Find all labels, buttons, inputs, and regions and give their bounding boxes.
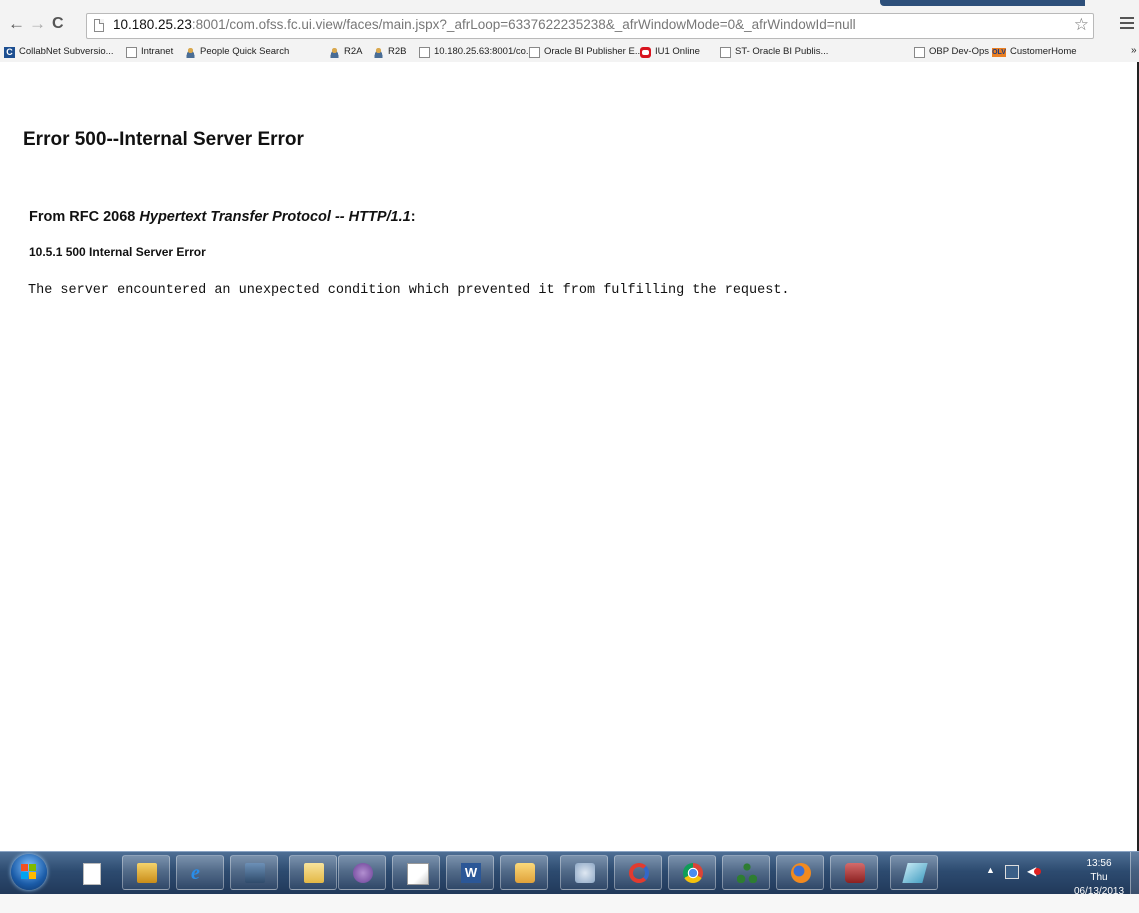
active-tab-edge[interactable] (880, 0, 1085, 6)
page-icon (720, 46, 731, 58)
olv-icon: OLV (992, 47, 1006, 57)
address-bar[interactable]: 10.180.25.23:8001/com.ofss.fc.ui.view/fa… (86, 13, 1094, 39)
page-icon (914, 46, 925, 58)
blank-document-icon[interactable] (68, 855, 116, 890)
taskbar-bar: e W ▲ ◀ 13:56 Thu 06/13/2013 (0, 851, 1139, 897)
network-tool-icon[interactable] (560, 855, 608, 890)
show-desktop-button[interactable] (1130, 852, 1139, 894)
bookmark-oracle-bi-publisher[interactable]: Oracle BI Publisher E... (529, 45, 643, 59)
person-icon (329, 46, 340, 58)
outlook-icon[interactable] (500, 855, 548, 890)
bookmark-intranet[interactable]: Intranet (126, 45, 173, 59)
bookmarks-bar: C CollabNet Subversio... Intranet People … (0, 43, 1139, 61)
page-icon (94, 19, 104, 32)
page-icon (419, 46, 430, 58)
page-content: Error 500--Internal Server Error From RF… (0, 62, 1139, 851)
windows-start-icon[interactable] (11, 854, 47, 890)
reload-button[interactable]: C (52, 14, 64, 34)
collabnet-icon: C (4, 46, 15, 58)
remote-desktop-icon[interactable] (122, 855, 170, 890)
org-chart-icon[interactable] (722, 855, 770, 890)
clock-date: Thu 06/13/2013 (1073, 872, 1125, 897)
bookmark-people-quick-search[interactable]: People Quick Search (185, 45, 289, 59)
person-icon (185, 46, 196, 58)
clock-time: 13:56 (1086, 858, 1112, 869)
security-icon[interactable] (230, 855, 278, 890)
rfc-heading: From RFC 2068 Hypertext Transfer Protoco… (29, 209, 416, 225)
chrome-icon[interactable] (668, 855, 716, 890)
bookmark-r2b[interactable]: R2B (373, 45, 406, 59)
bookmark-st-oracle-bi[interactable]: ST- Oracle BI Publis... (720, 45, 828, 59)
bookmark-10-180-25-63[interactable]: 10.180.25.63:8001/co... (419, 45, 534, 59)
system-tray: ▲ ◀ 13:56 Thu 06/13/2013 (975, 852, 1139, 897)
bookmark-star-icon[interactable]: ☆ (1074, 15, 1089, 35)
navigation-row: ← → C 10.180.25.23:8001/com.ofss.fc.ui.v… (0, 10, 1139, 40)
url-path: :8001/com.ofss.fc.ui.view/faces/main.jsp… (191, 17, 856, 32)
back-button[interactable]: ← (8, 14, 25, 34)
bookmark-r2a[interactable]: R2A (329, 45, 362, 59)
rfc-suffix: : (410, 209, 416, 225)
notepad-icon[interactable] (392, 855, 440, 890)
page-icon (529, 46, 540, 58)
windows-taskbar: e W ▲ ◀ 13:56 Thu 06/13/2013 (0, 851, 1139, 913)
bookmark-iu1-online[interactable]: IU1 Online (640, 45, 700, 59)
windows-flag-icon (21, 864, 37, 880)
refresh-app-icon[interactable] (614, 855, 662, 890)
network-icon[interactable] (1005, 865, 1019, 879)
oracle-icon (640, 46, 651, 58)
rfc-protocol: Hypertext Transfer Protocol -- HTTP/1.1 (139, 209, 411, 225)
chrome-menu-icon[interactable] (1120, 14, 1134, 32)
url-host: 10.180.25.23 (113, 17, 192, 32)
browser-chrome: ← → C 10.180.25.23:8001/com.ofss.fc.ui.v… (0, 0, 1139, 63)
file-explorer-icon[interactable] (289, 855, 337, 890)
page-icon (126, 46, 137, 58)
show-hidden-icons-button[interactable]: ▲ (986, 865, 995, 875)
internet-explorer-icon[interactable]: e (176, 855, 224, 890)
person-icon (373, 46, 384, 58)
bookmark-collabnet[interactable]: C CollabNet Subversio... (4, 45, 114, 59)
error-message: The server encountered an unexpected con… (28, 283, 790, 298)
bookmark-customerhome[interactable]: OLV CustomerHome (992, 45, 1077, 59)
word-icon[interactable]: W (446, 855, 494, 890)
page-title: Error 500--Internal Server Error (23, 129, 304, 150)
more-bookmarks-button[interactable]: » (1131, 45, 1137, 56)
editor-icon[interactable] (890, 855, 938, 890)
section-heading: 10.5.1 500 Internal Server Error (29, 245, 206, 259)
forward-button[interactable]: → (29, 14, 46, 34)
database-icon[interactable] (830, 855, 878, 890)
bookmark-obp-dev-ops[interactable]: OBP Dev-Ops (914, 45, 989, 59)
firefox-icon[interactable] (776, 855, 824, 890)
mute-indicator-icon (1034, 868, 1041, 875)
url-text[interactable]: 10.180.25.23:8001/com.ofss.fc.ui.view/fa… (113, 17, 856, 32)
chat-icon[interactable] (338, 855, 386, 890)
clock[interactable]: 13:56 Thu 06/13/2013 (1064, 857, 1134, 899)
rfc-prefix: From RFC 2068 (29, 209, 140, 225)
